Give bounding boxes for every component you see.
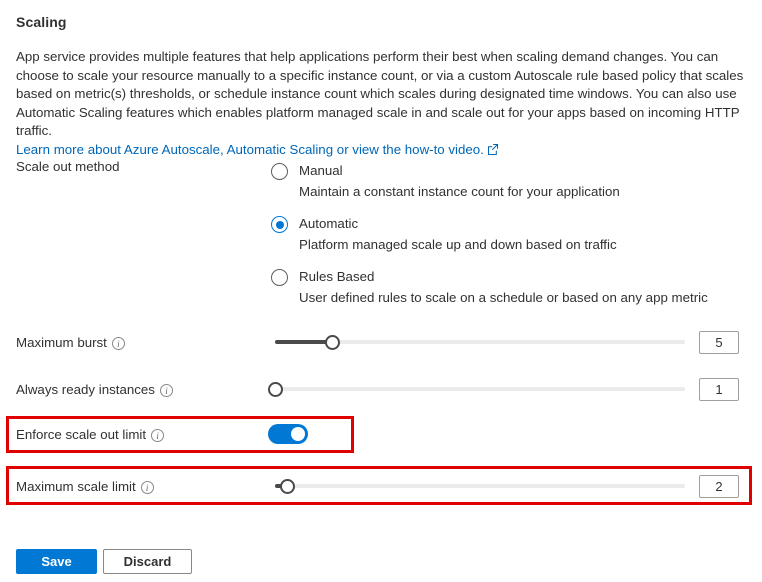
section-description: App service provides multiple features t…	[16, 48, 748, 160]
radio-description-rules-based: User defined rules to scale on a schedul…	[299, 288, 708, 307]
radio-label-manual: Manual	[299, 162, 708, 180]
save-button[interactable]: Save	[16, 549, 97, 574]
always-ready-instances-value-input[interactable]: 1	[699, 378, 739, 401]
maximum-scale-limit-label-text: Maximum scale limit	[16, 479, 136, 494]
slider-track	[275, 484, 685, 488]
maximum-burst-row: Maximum burst i 5	[0, 327, 762, 357]
maximum-burst-value-input[interactable]: 5	[699, 331, 739, 354]
enforce-scale-out-limit-label-text: Enforce scale out limit	[16, 427, 146, 442]
always-ready-instances-label-text: Always ready instances	[16, 382, 155, 397]
always-ready-instances-label: Always ready instances i	[16, 382, 173, 397]
scale-out-method-radio-group: Manual Maintain a constant instance coun…	[271, 162, 708, 307]
radio-option-rules-based[interactable]: Rules Based User defined rules to scale …	[271, 268, 708, 307]
always-ready-instances-row: Always ready instances i 1	[0, 374, 762, 404]
maximum-burst-label: Maximum burst i	[16, 335, 125, 350]
slider-thumb[interactable]	[268, 382, 283, 397]
info-icon[interactable]: i	[141, 481, 154, 494]
enforce-scale-out-limit-row: Enforce scale out limit i	[0, 419, 762, 449]
radio-description-automatic: Platform managed scale up and down based…	[299, 235, 708, 254]
maximum-burst-slider[interactable]	[275, 332, 685, 352]
slider-fill	[275, 340, 332, 344]
maximum-scale-limit-label: Maximum scale limit i	[16, 479, 154, 494]
radio-option-manual[interactable]: Manual Maintain a constant instance coun…	[271, 162, 708, 201]
radio-circle-automatic[interactable]	[271, 216, 288, 233]
learn-more-link[interactable]: Learn more about Azure Autoscale, Automa…	[16, 142, 484, 157]
info-icon[interactable]: i	[151, 429, 164, 442]
enforce-scale-out-limit-toggle[interactable]	[268, 424, 308, 444]
page-title: Scaling	[16, 14, 67, 30]
slider-thumb[interactable]	[280, 479, 295, 494]
toggle-knob	[291, 427, 305, 441]
external-link-icon	[487, 144, 498, 155]
slider-thumb[interactable]	[325, 335, 340, 350]
maximum-scale-limit-slider[interactable]	[275, 476, 685, 496]
scaling-settings-page: Scaling App service provides multiple fe…	[0, 0, 762, 582]
maximum-scale-limit-value-input[interactable]: 2	[699, 475, 739, 498]
radio-circle-rules-based[interactable]	[271, 269, 288, 286]
enforce-scale-out-limit-label: Enforce scale out limit i	[16, 427, 164, 442]
description-text: App service provides multiple features t…	[16, 49, 743, 138]
radio-option-automatic[interactable]: Automatic Platform managed scale up and …	[271, 215, 708, 254]
maximum-burst-label-text: Maximum burst	[16, 335, 107, 350]
info-icon[interactable]: i	[112, 337, 125, 350]
always-ready-instances-slider[interactable]	[275, 379, 685, 399]
radio-description-manual: Maintain a constant instance count for y…	[299, 182, 708, 201]
slider-track	[275, 387, 685, 391]
radio-circle-manual[interactable]	[271, 163, 288, 180]
discard-button[interactable]: Discard	[103, 549, 192, 574]
radio-label-rules-based: Rules Based	[299, 268, 708, 286]
maximum-scale-limit-row: Maximum scale limit i 2	[0, 471, 762, 501]
info-icon[interactable]: i	[160, 384, 173, 397]
scale-out-method-label: Scale out method	[16, 159, 120, 174]
radio-label-automatic: Automatic	[299, 215, 708, 233]
